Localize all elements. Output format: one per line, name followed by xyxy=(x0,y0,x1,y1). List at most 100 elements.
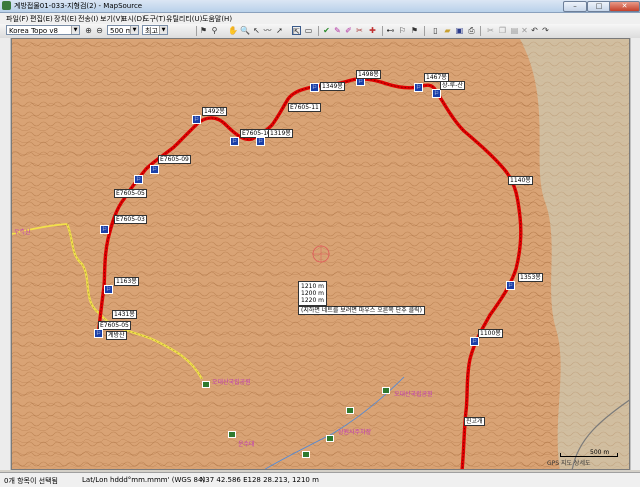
open-folder-icon[interactable]: ▰ xyxy=(443,26,452,35)
dropdown-arrow-icon: ▼ xyxy=(130,26,138,34)
place-label: 상원사주차장 xyxy=(338,429,372,436)
redo-icon[interactable]: ↷ xyxy=(541,26,550,35)
waypoint-label: 1349봉 xyxy=(320,82,345,91)
map-layer-icon[interactable]: ✔ xyxy=(322,26,331,35)
menu-display[interactable]: 표시(D) xyxy=(121,14,145,24)
maximize-button[interactable]: □ xyxy=(587,1,611,12)
poi-marker[interactable] xyxy=(326,435,334,442)
erase-icon[interactable]: ✂ xyxy=(355,26,364,35)
place-label: 오대산국립공원 xyxy=(212,379,251,386)
poi-marker[interactable] xyxy=(382,387,390,394)
new-file-icon[interactable]: ▯ xyxy=(431,26,440,35)
zoom-level-select[interactable]: 500 m ▼ xyxy=(107,25,139,35)
save-icon[interactable]: ▣ xyxy=(455,26,464,35)
toolbar-separator xyxy=(382,26,383,36)
toolbar: Korea Topo v8 ▼ ⊕ ⊖ 500 m ▼ 최고 ▼ ⚑ ⚲ ✋ 🔍… xyxy=(0,24,640,39)
waypoint-marker[interactable]: ⚐ xyxy=(470,337,479,346)
undo-icon[interactable]: ↶ xyxy=(530,26,539,35)
waypoint-marker[interactable]: ⚐ xyxy=(104,285,113,294)
waypoint-icon[interactable]: ⚐ xyxy=(398,26,407,35)
waypoint-marker[interactable]: ⚐ xyxy=(414,83,423,92)
menu-file[interactable]: 파일(F) xyxy=(6,14,28,24)
zoom-tool-icon[interactable]: 🔍 xyxy=(240,26,250,35)
map-product-select[interactable]: Korea Topo v8 ▼ xyxy=(6,25,80,35)
waypoint-label: 1163봉 xyxy=(114,277,139,286)
selection-status: 0개 항목이 선택됨 xyxy=(4,477,58,485)
app-icon xyxy=(2,1,11,10)
elevation-value: 1200 m xyxy=(301,290,325,297)
select-icon[interactable]: ↖ xyxy=(252,26,261,35)
binoculars-icon[interactable]: ⊷ xyxy=(386,26,395,35)
waypoint-marker[interactable]: ⚐ xyxy=(134,175,143,184)
map-product-value: Korea Topo v8 xyxy=(9,27,58,35)
scale-bar xyxy=(560,453,618,457)
hand-icon[interactable]: ✋ xyxy=(228,26,238,35)
waypoint-label: 진고개 xyxy=(464,417,485,426)
scale-label: 500 m xyxy=(590,449,610,456)
close-button[interactable]: ✕ xyxy=(609,1,640,12)
waypoint-marker[interactable]: ⚐ xyxy=(506,281,515,290)
menu-utility[interactable]: 유틸리티(U) xyxy=(166,14,202,24)
start-label: 계방산 xyxy=(106,331,127,340)
vertical-scrollbar[interactable] xyxy=(630,38,640,470)
waypoint-marker[interactable]: ⚐ xyxy=(150,165,159,174)
brush-icon[interactable]: ✐ xyxy=(344,26,353,35)
poi-marker[interactable] xyxy=(346,407,354,414)
waypoint-label: 상-루-산 xyxy=(440,81,465,90)
paste-icon[interactable]: ▤ xyxy=(510,26,519,35)
menu-tools[interactable]: 도구(T) xyxy=(143,14,166,24)
map-tooltip: (지하면 네트를 보려면 마우스 오른쪽 단추 클릭) xyxy=(298,306,426,315)
pointer-icon[interactable]: ➚ xyxy=(275,26,284,35)
route-icon[interactable]: ⚑ xyxy=(199,26,208,35)
waypoint-marker[interactable]: ⚐ xyxy=(432,89,441,98)
measure-icon[interactable]: ▭ xyxy=(304,26,313,35)
detail-select[interactable]: 최고 ▼ xyxy=(142,25,168,35)
minimize-button[interactable]: – xyxy=(563,1,587,12)
elevation-readout: 1210 m 1200 m 1220 m xyxy=(298,281,328,306)
elevation-value: 1220 m xyxy=(301,297,325,304)
delete-icon[interactable]: ✕ xyxy=(520,26,529,35)
waypoint-marker[interactable]: ⚐ xyxy=(100,225,109,234)
menu-transfer[interactable]: 전송(I) xyxy=(78,14,98,24)
start-marker[interactable]: ⚐ xyxy=(94,329,103,338)
contour-lines-light-area xyxy=(520,39,629,469)
dropdown-arrow-icon: ▼ xyxy=(71,26,79,34)
waypoint-label: 1319봉 xyxy=(268,129,293,138)
waypoint-label: 1431봉 xyxy=(112,310,137,319)
dropdown-arrow-icon: ▼ xyxy=(159,26,167,34)
zoom-out-icon[interactable]: ⊖ xyxy=(95,26,104,35)
waypoint-marker[interactable]: ⚐ xyxy=(256,137,265,146)
left-panel-collapsed[interactable] xyxy=(0,38,11,470)
waypoint-label: E7605-05 xyxy=(114,189,147,198)
gps-detail-note: GPS 지도 상세도 xyxy=(547,460,591,467)
active-select-icon[interactable]: ⇱ xyxy=(292,26,301,36)
copy-icon[interactable]: ❐ xyxy=(498,26,507,35)
place-label: 우측산 xyxy=(14,229,31,236)
zoom-in-icon[interactable]: ⊕ xyxy=(84,26,93,35)
status-bar: 0개 항목이 선택됨 Lat/Lon hddd°mm.mmm' (WGS 84)… xyxy=(0,472,640,487)
waypoint-marker[interactable]: ⚐ xyxy=(310,83,319,92)
waypoint-tool-icon[interactable]: ✚ xyxy=(368,26,377,35)
waypoint-label: E7605-11 xyxy=(288,103,321,112)
menu-edit[interactable]: 편집(E) xyxy=(30,14,53,24)
poi-marker[interactable] xyxy=(302,451,310,458)
map-view[interactable]: ⚐ 1349봉 ⚐ 1498봉 ⚐ 1467봉 ⚐ 상-루-산 E7605-11… xyxy=(11,38,630,470)
waypoint-marker[interactable]: ⚐ xyxy=(192,115,201,124)
place-label: 오대산국립공원 xyxy=(394,391,433,398)
waypoint-marker[interactable]: ⚐ xyxy=(230,137,239,146)
print-icon[interactable]: ⎙ xyxy=(467,26,476,35)
menu-view[interactable]: 보기(V) xyxy=(100,14,123,24)
coordinate-format: Lat/Lon hddd°mm.mmm' (WGS 84) xyxy=(82,476,206,484)
waypoint-label: E7605-03 xyxy=(114,215,147,224)
track-icon[interactable]: 〰 xyxy=(263,26,272,35)
find-icon[interactable]: ⚲ xyxy=(210,26,219,35)
pen-icon[interactable]: ✎ xyxy=(333,26,342,35)
poi-marker[interactable] xyxy=(202,381,210,388)
flag-icon[interactable]: ⚑ xyxy=(410,26,419,35)
cut-icon[interactable]: ✂ xyxy=(486,26,495,35)
poi-marker[interactable] xyxy=(228,431,236,438)
toolbar-separator xyxy=(196,26,197,36)
detail-value: 최고 xyxy=(145,27,158,35)
menu-device[interactable]: 장치(E) xyxy=(54,14,77,24)
menu-help[interactable]: 도움말(H) xyxy=(202,14,232,24)
